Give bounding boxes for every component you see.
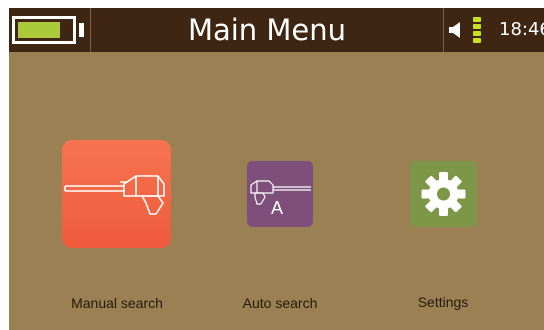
speaker-icon[interactable] bbox=[449, 22, 462, 38]
battery-icon bbox=[12, 16, 76, 44]
page-title: Main Menu bbox=[187, 13, 347, 47]
battery-cap bbox=[79, 23, 84, 37]
battery-level-fill bbox=[18, 22, 60, 38]
auto-mode-letter: A bbox=[271, 198, 284, 218]
status-bar: Main Menu 18:46 bbox=[9, 8, 544, 52]
settings-label: Settings bbox=[417, 294, 469, 310]
gear-icon bbox=[421, 172, 466, 216]
clock: 18:46 bbox=[499, 19, 544, 40]
settings-tile[interactable] bbox=[410, 161, 477, 227]
signal-bar bbox=[473, 31, 481, 36]
device-screen: Main Menu 18:46 bbox=[9, 8, 544, 330]
signal-bar bbox=[473, 38, 481, 43]
signal-bar bbox=[473, 17, 481, 22]
status-divider-right bbox=[443, 8, 444, 52]
auto-search-device-icon[interactable]: A bbox=[247, 161, 313, 227]
signal-bar bbox=[473, 24, 481, 29]
manual-search-device-icon[interactable] bbox=[62, 140, 171, 248]
signal-strength-icon bbox=[473, 17, 481, 44]
